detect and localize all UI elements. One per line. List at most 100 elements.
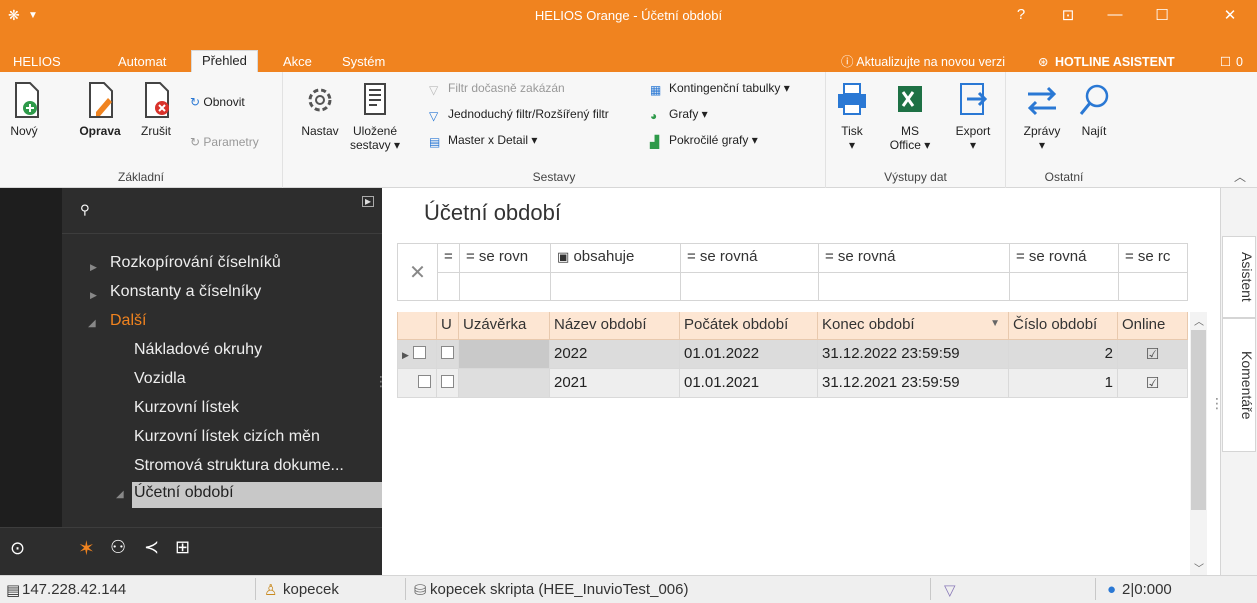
refresh-button[interactable]: ↻ Obnovit xyxy=(190,94,245,110)
tab-helios[interactable]: HELIOS xyxy=(13,52,61,72)
expand-arrow-icon[interactable]: ▶ xyxy=(90,262,97,273)
cell-online[interactable]: ☑ xyxy=(1118,369,1188,398)
filter-cell[interactable]: = se rovn xyxy=(459,243,550,273)
nav-search[interactable]: ⚲ ▸ xyxy=(62,188,382,234)
column-header[interactable]: Online xyxy=(1118,312,1188,340)
close-button[interactable]: ✕ xyxy=(1215,6,1245,24)
maximize-button[interactable]: ☐ xyxy=(1147,6,1177,24)
filter-cell[interactable]: = se rovná xyxy=(1009,243,1118,273)
collapse-ribbon-icon[interactable]: ︿ xyxy=(1234,168,1246,185)
splitter-handle[interactable]: ⋮ xyxy=(1210,395,1224,412)
charts-button[interactable]: ◕ Grafy ▾ xyxy=(650,106,708,123)
find-button[interactable]: Najít xyxy=(1074,80,1114,138)
ms-office-button[interactable]: MS Office ▾ xyxy=(886,80,934,152)
cell-start[interactable]: 01.01.2021 xyxy=(680,369,818,398)
filter-input[interactable] xyxy=(459,273,550,301)
column-header[interactable]: U xyxy=(437,312,459,340)
help-button[interactable]: ? xyxy=(1006,6,1036,23)
cell-end[interactable]: 31.12.2022 23:59:59 xyxy=(818,340,1009,369)
checkbox-icon: ▣ xyxy=(557,249,570,264)
messages-button[interactable]: Zprávy ▾ xyxy=(1020,80,1064,152)
new-button[interactable]: Nový xyxy=(8,80,40,138)
filter-input[interactable] xyxy=(1118,273,1188,301)
cell-number[interactable]: 1 xyxy=(1009,369,1118,398)
cell-uzaverka[interactable] xyxy=(459,340,550,369)
cell-name[interactable]: 2021 xyxy=(550,369,680,398)
pin-panel-icon[interactable]: ▸ xyxy=(362,195,374,207)
update-notice[interactable]: ⓘ Aktualizujte na novou verzi xyxy=(841,52,1005,72)
cell-end[interactable]: 31.12.2021 23:59:59 xyxy=(818,369,1009,398)
cell-u[interactable] xyxy=(437,369,459,398)
search-icon[interactable]: ⚲ xyxy=(80,202,90,218)
nav-item[interactable]: Rozkopírování číselníků xyxy=(110,254,281,272)
pivot-tables-button[interactable]: ▦ Kontingenční tabulky ▾ xyxy=(650,80,790,97)
tab-prehled[interactable]: Přehled xyxy=(191,50,258,72)
nav-item[interactable]: Stromová struktura dokume... xyxy=(134,457,344,475)
collapse-arrow-icon[interactable]: ◢ xyxy=(116,489,124,500)
clear-filter-button[interactable]: ✕ xyxy=(397,243,437,301)
favorites-icon[interactable]: ✶ xyxy=(78,536,95,561)
minimize-button[interactable]: — xyxy=(1100,6,1130,23)
nav-item[interactable]: Kurzovní lístek xyxy=(134,399,239,417)
saved-reports-button[interactable]: Uložené sestavy ▾ xyxy=(347,80,403,152)
cell-uzaverka[interactable] xyxy=(459,369,550,398)
column-header[interactable]: Uzávěrka xyxy=(459,312,550,340)
column-header-sorted[interactable]: Konec období ▼ xyxy=(818,312,1009,340)
tab-automat[interactable]: Automat xyxy=(118,52,166,72)
filter-input[interactable] xyxy=(550,273,680,301)
filter-cell[interactable]: = xyxy=(437,243,459,273)
nav-item[interactable]: Konstanty a číselníky xyxy=(110,283,261,301)
cell-online[interactable]: ☑ xyxy=(1118,340,1188,369)
column-header[interactable]: Číslo období xyxy=(1009,312,1118,340)
collapse-arrow-icon[interactable]: ◢ xyxy=(88,318,96,329)
navigation-bottom-bar: ⊙ ✶ ⚇ ≺ ⊞ xyxy=(0,527,382,575)
cell-start[interactable]: 01.01.2022 xyxy=(680,340,818,369)
expand-arrow-icon[interactable]: ▶ xyxy=(90,290,97,301)
master-detail-button[interactable]: ▤ Master x Detail ▾ xyxy=(429,132,537,149)
parameters-button[interactable]: ↻ Parametry xyxy=(190,134,259,150)
tab-asistent[interactable]: Asistent xyxy=(1222,236,1256,318)
nav-item[interactable]: Kurzovní lístek cizích měn xyxy=(134,428,320,446)
settings-button[interactable]: Nastav xyxy=(297,80,343,138)
row-selector[interactable]: ▶ xyxy=(397,340,437,369)
advanced-charts-button[interactable]: ▟ Pokročilé grafy ▾ xyxy=(650,132,758,149)
filter-input[interactable] xyxy=(1009,273,1118,301)
tab-komentare[interactable]: Komentáře xyxy=(1222,318,1256,452)
filter-input[interactable] xyxy=(818,273,1009,301)
grid-icon[interactable]: ⊞ xyxy=(175,537,190,558)
simple-filter-button[interactable]: ▽ Jednoduchý filtr/Rozšířený filtr xyxy=(429,106,609,123)
column-header[interactable]: Název období xyxy=(550,312,680,340)
row-selector[interactable] xyxy=(397,369,437,398)
cell-u[interactable] xyxy=(437,340,459,369)
toggle-panel-icon[interactable]: ⊙ xyxy=(10,538,25,559)
filter-cell[interactable]: ▣ obsahuje xyxy=(550,243,680,273)
tree-icon[interactable]: ⚇ xyxy=(110,537,126,558)
tab-system[interactable]: Systém xyxy=(342,52,385,72)
filter-disabled-button[interactable]: ▽ Filtr dočasně zakázán xyxy=(429,80,565,97)
tab-akce[interactable]: Akce xyxy=(283,52,312,72)
edit-button[interactable]: Oprava xyxy=(75,80,125,138)
export-icon xyxy=(960,83,988,115)
scroll-up-icon[interactable]: ︿ xyxy=(1194,313,1204,328)
filter-icon[interactable]: ▽ xyxy=(944,581,956,599)
scrollbar-thumb[interactable] xyxy=(1191,330,1206,510)
nav-item[interactable]: Vozidla xyxy=(134,370,186,388)
cell-name[interactable]: 2022 xyxy=(550,340,680,369)
column-header[interactable]: Počátek období xyxy=(680,312,818,340)
cancel-record-button[interactable]: Zrušit xyxy=(135,80,177,138)
scroll-down-icon[interactable]: ﹀ xyxy=(1194,560,1204,575)
nav-item[interactable]: Nákladové okruhy xyxy=(134,341,262,359)
hotline-assistant[interactable]: HOTLINE ASISTENT xyxy=(1055,52,1175,72)
filter-cell[interactable]: = se rovná xyxy=(680,243,818,273)
ribbon-display-button[interactable]: ⊡ xyxy=(1053,6,1083,24)
filter-cell[interactable]: = se rc xyxy=(1118,243,1188,273)
nav-item-ucetni-obdobi[interactable]: Účetní období xyxy=(132,482,382,508)
share-icon[interactable]: ≺ xyxy=(144,537,159,558)
filter-input[interactable] xyxy=(437,273,459,301)
cell-number[interactable]: 2 xyxy=(1009,340,1118,369)
filter-input[interactable] xyxy=(680,273,818,301)
export-button[interactable]: Export ▾ xyxy=(952,80,994,152)
filter-cell[interactable]: = se rovná xyxy=(818,243,1009,273)
print-button[interactable]: Tisk ▾ xyxy=(834,80,870,152)
nav-item-dalsi[interactable]: Další xyxy=(110,312,146,330)
